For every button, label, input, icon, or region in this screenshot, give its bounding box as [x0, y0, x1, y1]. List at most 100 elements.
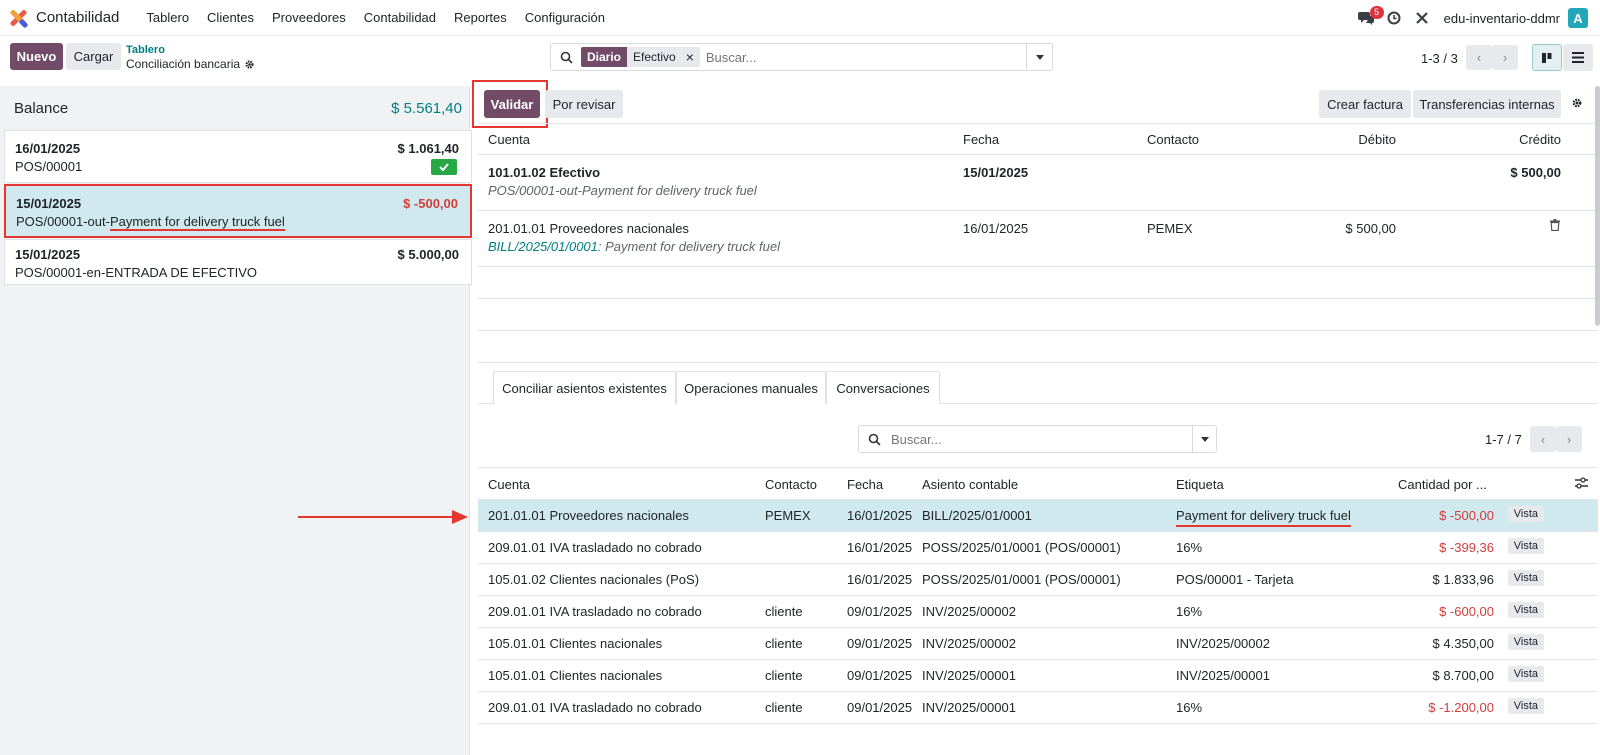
menu-item-proveedores[interactable]: Proveedores [263, 10, 355, 25]
col-fecha[interactable]: Fecha [847, 477, 883, 492]
pager-value[interactable]: 1-3 / 3 [1421, 51, 1458, 66]
statement-line-card-selected[interactable]: 15/01/2025 POS/00001-out-Payment for del… [4, 184, 472, 238]
validate-button[interactable]: Validar [484, 90, 540, 118]
col-contacto[interactable]: Contacto [765, 477, 817, 492]
reconciled-check-icon [431, 159, 457, 175]
settings-button[interactable] [1571, 97, 1583, 112]
row-amount: $ 8.700,00 [1432, 668, 1494, 683]
row-amount: $ -399,36 [1439, 540, 1494, 555]
reconcile-search-input[interactable] [889, 430, 1179, 448]
trash-icon[interactable] [1550, 219, 1560, 234]
row-contact: cliente [765, 604, 803, 619]
main-menu: Tablero Clientes Proveedores Contabilida… [137, 10, 614, 25]
entry-debit: $ 500,00 [1345, 221, 1396, 236]
pager-next-button[interactable]: › [1492, 45, 1518, 70]
search-input[interactable] [703, 48, 1004, 66]
row-date: 16/01/2025 [847, 508, 913, 523]
company-switcher[interactable]: edu-inventario-ddmr [1444, 11, 1560, 26]
view-button[interactable]: Vista [1507, 570, 1544, 586]
reconcile-table-header: Cuenta Contacto Fecha Asiento contable E… [478, 467, 1598, 500]
new-button[interactable]: Nuevo [10, 43, 63, 70]
line-reference-label: Payment for delivery truck fuel [109, 214, 285, 231]
gear-icon [1572, 98, 1582, 108]
tab-manual-operations[interactable]: Operaciones manuales [676, 371, 826, 404]
debug-tools-button[interactable] [1408, 0, 1436, 36]
row-contact: cliente [765, 700, 803, 715]
menu-item-tablero[interactable]: Tablero [137, 10, 198, 25]
tab-reconcile-existing[interactable]: Conciliar asientos existentes [493, 371, 676, 405]
menu-item-configuracion[interactable]: Configuración [516, 10, 614, 25]
gear-icon[interactable] [244, 59, 255, 70]
row-move: POSS/2025/01/0001 (POS/00001) [922, 540, 1121, 555]
upload-button[interactable]: Cargar [66, 43, 121, 70]
facet-value-wrap: Efectivo × [627, 47, 700, 67]
activity-button[interactable] [1380, 0, 1408, 36]
chat-button[interactable]: 5 [1352, 0, 1384, 36]
reconcile-row[interactable]: 209.01.01 IVA trasladado no cobrado clie… [478, 692, 1598, 724]
view-button[interactable]: Vista [1507, 506, 1544, 522]
reconcile-row[interactable]: 105.01.01 Clientes nacionales cliente 09… [478, 628, 1598, 660]
view-button[interactable]: Vista [1507, 666, 1544, 682]
search-facet-diario[interactable]: Diario Efectivo × [581, 47, 700, 67]
internal-transfers-button[interactable]: Transferencias internas [1413, 90, 1561, 118]
line-reference-prefix: POS/00001-out- [16, 214, 110, 229]
view-button[interactable]: Vista [1507, 698, 1544, 714]
col-debito: Débito [1358, 132, 1396, 147]
menu-item-clientes[interactable]: Clientes [198, 10, 263, 25]
col-cantidad[interactable]: Cantidad por ... [1398, 477, 1487, 492]
row-date: 16/01/2025 [847, 540, 913, 555]
reconcile-row-selected[interactable]: 201.01.01 Proveedores nacionales PEMEX 1… [478, 500, 1598, 532]
search-options-toggle[interactable] [1026, 44, 1052, 70]
to-review-button[interactable]: Por revisar [545, 90, 623, 118]
reconcile-row[interactable]: 105.01.02 Clientes nacionales (PoS) 16/0… [478, 564, 1598, 596]
line-amount: $ 5.000,00 [397, 247, 459, 262]
reconcile-row[interactable]: 209.01.01 IVA trasladado no cobrado clie… [478, 596, 1598, 628]
breadcrumb-parent[interactable]: Tablero [126, 44, 165, 56]
row-move: INV/2025/00002 [922, 604, 1016, 619]
entry-label-link[interactable]: BILL/2025/01/0001 [488, 239, 598, 254]
reconcile-row[interactable]: 105.01.01 Clientes nacionales cliente 09… [478, 660, 1598, 692]
row-label: 16% [1176, 604, 1203, 619]
list-icon [1572, 52, 1584, 63]
view-button[interactable]: Vista [1507, 602, 1544, 618]
line-date: 15/01/2025 [15, 247, 81, 262]
row-account: 209.01.01 IVA trasladado no cobrado [488, 700, 702, 715]
pager-previous-button[interactable]: ‹ [1466, 45, 1492, 70]
app-brand[interactable]: Contabilidad [9, 8, 137, 28]
view-button[interactable]: Vista [1507, 538, 1544, 554]
reconcile-row[interactable]: 209.01.01 IVA trasladado no cobrado 16/0… [478, 532, 1598, 564]
remove-facet-icon[interactable]: × [686, 50, 694, 64]
chevron-down-icon [1035, 54, 1044, 60]
col-credito: Crédito [1519, 132, 1561, 147]
menu-item-reportes[interactable]: Reportes [445, 10, 516, 25]
user-avatar[interactable]: A [1568, 8, 1588, 28]
col-etiqueta[interactable]: Etiqueta [1176, 477, 1224, 492]
view-button[interactable]: Vista [1507, 634, 1544, 650]
reconcile-pager-value[interactable]: 1-7 / 7 [1485, 432, 1522, 447]
kanban-view-button[interactable] [1532, 44, 1562, 71]
create-invoice-button[interactable]: Crear factura [1319, 90, 1411, 118]
reconcile-search-options-toggle[interactable] [1192, 426, 1216, 452]
reconcile-pager-next[interactable]: › [1556, 426, 1582, 452]
col-asiento[interactable]: Asiento contable [922, 477, 1018, 492]
entry-row[interactable]: 101.01.02 Efectivo 15/01/2025 $ 500,00 P… [478, 155, 1598, 211]
statement-line-card[interactable]: 15/01/2025 POS/00001-en-ENTRADA DE EFECT… [4, 239, 472, 285]
row-move: POSS/2025/01/0001 (POS/00001) [922, 572, 1121, 587]
list-view-button[interactable] [1563, 44, 1593, 71]
col-cuenta[interactable]: Cuenta [488, 477, 530, 492]
facet-key: Diario [581, 47, 628, 67]
menu-item-contabilidad[interactable]: Contabilidad [355, 10, 445, 25]
tab-conversations[interactable]: Conversaciones [826, 371, 940, 404]
entry-credit: $ 500,00 [1510, 165, 1561, 180]
row-date: 09/01/2025 [847, 636, 913, 651]
scrollbar[interactable] [1595, 86, 1600, 326]
column-settings-icon[interactable] [1575, 477, 1588, 492]
line-date: 16/01/2025 [15, 141, 81, 156]
entry-label: BILL/2025/01/0001: Payment for delivery … [488, 239, 780, 254]
statement-line-card[interactable]: 16/01/2025 POS/00001 $ 1.061,40 [4, 130, 472, 183]
row-move: INV/2025/00002 [922, 636, 1016, 651]
row-account: 105.01.01 Clientes nacionales [488, 668, 663, 683]
app-name[interactable]: Contabilidad [36, 9, 119, 26]
reconcile-pager-previous[interactable]: ‹ [1530, 426, 1556, 452]
entry-row[interactable]: 201.01.01 Proveedores nacionales 16/01/2… [478, 211, 1598, 267]
